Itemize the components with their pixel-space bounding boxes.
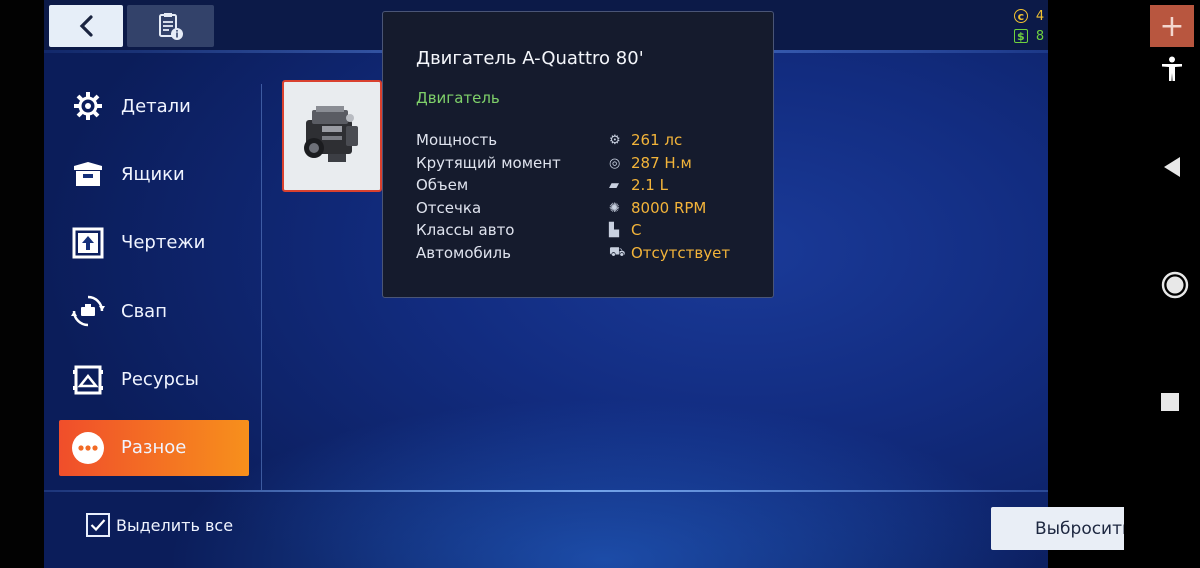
sidebar-divider [261,84,262,490]
car-icon: ⛟ [609,244,626,260]
sidebar-item-label: Чертежи [121,232,206,254]
info-button[interactable] [127,5,214,47]
sidebar-item-label: Разное [121,437,187,459]
spec-value: 287 Н.м [631,154,692,172]
spec-value: 2.1 L [631,176,668,194]
tooltip-category: Двигатель [416,89,500,107]
engine-image [304,106,358,162]
spec-value: C [631,221,642,239]
spec-label: Мощность [416,131,498,149]
swap-engine-icon [71,294,105,328]
sidebar-item-boxes[interactable]: Ящики [59,146,249,202]
left-bezel [0,0,44,568]
spec-label: Объем [416,176,469,194]
rpm-icon: ✺ [609,200,620,216]
select-all-checkbox[interactable]: Выделить все [86,513,233,537]
sidebar-item-details[interactable]: Детали [59,78,249,134]
spec-value: Отсутствует [631,244,731,262]
sidebar: Детали Ящики Чертежи Свап Ресурсы Разное [59,78,249,488]
spec-row-torque: Крутящий момент ◎ 287 Н.м [416,152,756,174]
tooltip-title: Двигатель A-Quattro 80' [416,48,644,69]
gear-icon [71,89,105,123]
box-icon [71,157,105,191]
spec-label: Крутящий момент [416,154,561,172]
spec-value: 8000 RPM [631,199,707,217]
spec-label: Классы авто [416,221,515,239]
select-all-label: Выделить все [116,515,234,535]
spec-value: 261 лс [631,131,683,149]
resources-icon [71,363,105,397]
bottom-divider [44,490,1124,492]
volume-icon: ▰ [609,177,619,193]
nav-back-icon[interactable] [1160,155,1184,179]
spec-row-car: Автомобиль ⛟ Отсутствует [416,242,756,264]
spec-label: Отсечка [416,199,482,217]
back-button[interactable] [49,5,123,47]
spec-label: Автомобиль [416,244,511,262]
class-icon: ▙ [609,222,619,238]
cash-icon: $ [1013,29,1028,43]
spec-row-power: Мощность ⚙ 261 лс [416,129,756,151]
sidebar-item-label: Детали [121,95,191,117]
spec-row-rpm: Отсечка ✺ 8000 RPM [416,197,756,219]
sidebar-item-label: Ресурсы [121,369,200,391]
checkmark-icon [90,519,106,532]
sidebar-item-label: Свап [121,300,167,322]
plus-icon: + [1159,8,1185,44]
discard-button[interactable]: Выбросить [991,507,1124,550]
clipboard-info-icon [158,13,183,40]
blueprint-icon [71,226,105,260]
coin-icon: c [1013,9,1028,23]
spec-row-class: Классы авто ▙ C [416,219,756,241]
sidebar-item-blueprints[interactable]: Чертежи [59,215,249,271]
sidebar-item-label: Ящики [121,163,185,185]
sidebar-item-resources[interactable]: Ресурсы [59,352,249,408]
power-icon: ⚙ [609,132,621,148]
accessibility-icon[interactable] [1160,56,1184,82]
add-currency-button[interactable]: + [1150,5,1194,47]
back-arrow-icon [79,15,93,37]
sidebar-item-swap[interactable]: Свап [59,283,249,339]
system-nav-bar [1048,0,1124,568]
checkbox-box[interactable] [86,513,110,537]
spec-row-volume: Объем ▰ 2.1 L [416,174,756,196]
nav-home-icon[interactable] [1160,270,1190,300]
more-dots-icon [71,431,105,465]
nav-recents-icon[interactable] [1160,392,1180,412]
torque-icon: ◎ [609,155,621,171]
sidebar-item-misc[interactable]: Разное [59,419,249,476]
item-tooltip: Двигатель A-Quattro 80' Двигатель Мощнос… [382,11,774,298]
inventory-item-card[interactable] [282,80,382,192]
app-window: c 4 520 873 $ 8 008 Детали Ящики [44,0,1124,568]
